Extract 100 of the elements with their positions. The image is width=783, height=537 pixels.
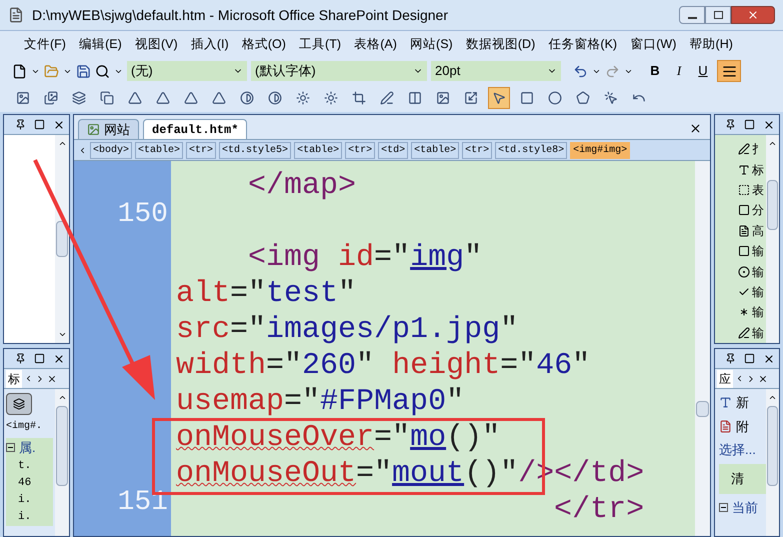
menu-item[interactable]: 帮助(H) — [690, 35, 733, 54]
scrollbar-thumb[interactable] — [56, 406, 68, 486]
maximize-icon[interactable] — [34, 353, 45, 364]
tag-crumb[interactable]: <table> — [135, 142, 184, 158]
properties-icon[interactable] — [6, 393, 32, 415]
close-icon[interactable] — [53, 352, 65, 364]
menu-item[interactable]: 格式(O) — [242, 35, 286, 54]
scroll-left-icon[interactable] — [735, 374, 744, 383]
toolbox-item[interactable]: 标 — [752, 160, 764, 179]
menu-item[interactable]: 插入(I) — [190, 35, 229, 54]
menu-item[interactable]: 窗口(W) — [630, 35, 676, 54]
scrollbar[interactable] — [55, 389, 69, 536]
bold-button[interactable]: B — [645, 61, 665, 81]
scrollbar[interactable] — [55, 135, 69, 343]
scroll-up-icon[interactable] — [58, 393, 66, 402]
toolbox-item[interactable]: 输 — [752, 262, 764, 281]
scrollbar[interactable] — [766, 389, 779, 536]
scroll-up-icon[interactable] — [58, 139, 66, 148]
menu-item[interactable]: 工具(T) — [299, 35, 342, 54]
panel-tab[interactable]: 标 — [6, 370, 22, 388]
code-line: </map> — [247, 169, 356, 203]
scrollbar-thumb[interactable] — [696, 401, 709, 417]
close-icon[interactable] — [763, 118, 775, 130]
tag-crumb[interactable]: <body> — [90, 142, 132, 158]
tree-item[interactable]: 46 — [6, 474, 53, 492]
new-file-icon[interactable] — [12, 64, 27, 78]
menu-item[interactable]: 编辑(E) — [79, 35, 122, 54]
scroll-left-icon[interactable] — [24, 374, 33, 383]
pin-icon[interactable] — [725, 353, 736, 364]
scrollbar-thumb[interactable] — [767, 180, 778, 230]
toolbox-item[interactable]: 输 — [752, 242, 764, 260]
tree-item[interactable]: i. — [6, 492, 53, 508]
tag-crumb[interactable]: <td.style5> — [219, 142, 292, 158]
scrollbar-thumb[interactable] — [56, 221, 68, 257]
scroll-up-icon[interactable] — [768, 393, 777, 402]
preview-icon[interactable] — [95, 64, 110, 78]
toolbox-item[interactable]: 输 — [752, 283, 764, 302]
clear-button[interactable]: 清 — [719, 464, 766, 494]
scrollbar-thumb[interactable] — [767, 406, 778, 486]
save-icon[interactable] — [76, 64, 91, 78]
scroll-left-icon[interactable] — [78, 146, 87, 154]
collapse-icon[interactable] — [719, 502, 728, 512]
menu-item[interactable]: 数据视图(D) — [466, 35, 536, 54]
undo-icon[interactable] — [573, 64, 588, 78]
scroll-down-icon[interactable] — [58, 330, 66, 339]
underline-button[interactable]: U — [693, 61, 713, 81]
close-icon[interactable] — [47, 374, 57, 384]
menu-item[interactable]: 视图(V) — [134, 35, 178, 54]
tag-crumb[interactable]: <td.style8> — [495, 142, 568, 158]
tree-item[interactable]: 当前 — [732, 498, 758, 517]
toolbox-item[interactable]: 分 — [752, 201, 764, 220]
close-icon[interactable] — [53, 118, 65, 130]
close-button[interactable] — [731, 6, 775, 24]
dashed-square-icon — [738, 184, 750, 196]
maximize-icon[interactable] — [744, 119, 755, 130]
document-tab[interactable]: 网站 — [78, 119, 139, 139]
new-style-link[interactable]: 新 — [736, 393, 749, 412]
panel-tab[interactable]: 应 — [717, 370, 733, 388]
align-button[interactable] — [717, 60, 741, 82]
close-icon[interactable] — [763, 352, 775, 364]
toolbox-item[interactable]: 输 — [752, 303, 764, 322]
tag-crumb[interactable]: <table> — [294, 142, 342, 158]
tag-crumb[interactable]: <table> — [411, 142, 460, 158]
menu-item[interactable]: 任务窗格(K) — [548, 35, 618, 54]
pointer-icon[interactable] — [488, 87, 510, 109]
tag-crumb[interactable]: <td> — [378, 142, 408, 158]
toolbox-item[interactable]: 高 — [752, 222, 764, 240]
maximize-icon[interactable] — [744, 353, 755, 364]
tree-item[interactable]: t. — [6, 458, 53, 474]
document-tab[interactable]: default.htm* — [143, 119, 248, 139]
scroll-up-icon[interactable] — [768, 139, 777, 148]
tag-crumb[interactable]: <tr> — [462, 142, 492, 158]
maximize-icon[interactable] — [34, 119, 45, 130]
toolbox-item[interactable]: 输 — [752, 324, 764, 342]
close-icon[interactable] — [758, 374, 768, 384]
menu-item[interactable]: 表格(A) — [354, 35, 397, 54]
toolbox-item[interactable]: 表 — [752, 181, 764, 200]
menu-item[interactable]: 网站(S) — [410, 35, 453, 54]
close-icon[interactable] — [689, 122, 702, 135]
tag-crumb[interactable]: <img#img> — [570, 142, 630, 158]
pin-icon[interactable] — [15, 353, 26, 364]
pin-icon[interactable] — [15, 119, 26, 130]
size-dropdown[interactable]: 20pt — [435, 61, 460, 81]
menu-item[interactable]: 文件(F) — [24, 35, 66, 54]
attach-link[interactable]: 附 — [736, 416, 749, 436]
scrollbar[interactable] — [695, 161, 710, 536]
scrollbar[interactable] — [766, 135, 779, 343]
maximize-button[interactable] — [705, 6, 731, 24]
text-icon — [738, 224, 750, 237]
toolbox-item[interactable]: 扌 — [752, 140, 764, 158]
italic-button[interactable]: I — [669, 61, 689, 81]
style-dropdown[interactable]: (无) — [131, 61, 153, 81]
pen-icon — [738, 326, 750, 339]
tag-crumb[interactable]: <tr> — [186, 142, 216, 158]
tree-item[interactable]: i. — [6, 508, 53, 526]
pin-icon[interactable] — [725, 119, 736, 130]
minimize-button[interactable] — [679, 6, 705, 24]
tag-crumb[interactable]: <tr> — [345, 142, 376, 158]
collapse-icon[interactable] — [6, 443, 15, 452]
window-title: D:\myWEB\sjwg\default.htm - Microsoft Office SharePoint Designer — [32, 6, 448, 25]
